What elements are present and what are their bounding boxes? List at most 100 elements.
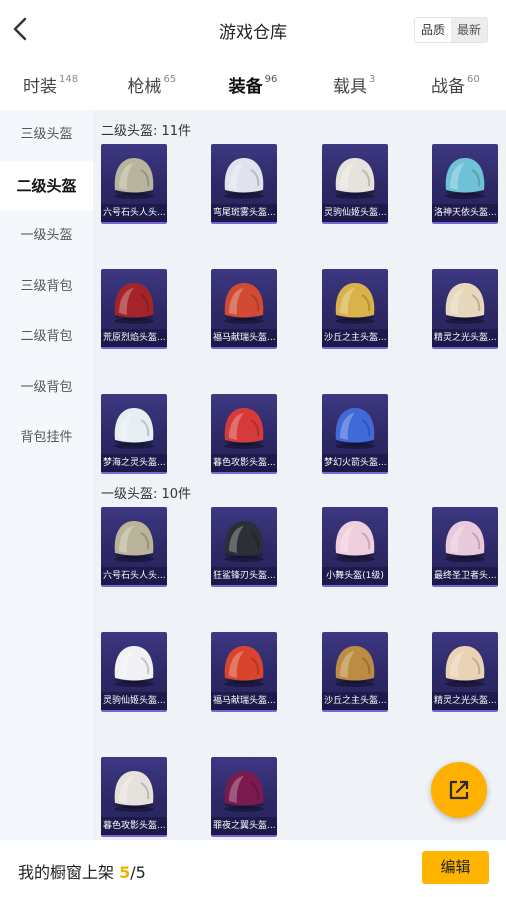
item-name: 小舞头盔(1级) — [322, 567, 388, 585]
item-card[interactable]: 灵驹仙姬头盔... — [101, 632, 167, 712]
tab-count: 60 — [467, 74, 480, 85]
tab-count: 65 — [163, 74, 177, 85]
helmet-icon — [114, 408, 154, 449]
item-card[interactable]: 沙丘之主头盔... — [322, 269, 388, 349]
helmet-icon — [114, 771, 154, 812]
helmet-icon — [224, 408, 264, 449]
item-card[interactable]: 最终圣卫者头... — [432, 507, 498, 587]
section-title: 二级头盔: 11件 — [101, 124, 192, 139]
helmet-icon — [114, 283, 154, 324]
item-grid-area[interactable]: 二级头盔: 11件 六号石头人头... 弯尾斑雾头盔... 灵驹仙姬头盔... 洛神天依… — [93, 110, 506, 840]
item-name: 洛神天依头盔... — [432, 204, 498, 222]
sidebar-item-level3-backpack[interactable]: 三级背包 — [0, 262, 93, 313]
item-name: 梦幻火箭头盔... — [322, 454, 388, 472]
tab-label: 枪械 — [127, 77, 162, 97]
section-title: 一级头盔: 10件 — [101, 487, 192, 502]
item-card[interactable]: 六号石头人头... — [101, 144, 167, 224]
tab-label: 载具 — [333, 77, 368, 97]
item-card[interactable]: 六号石头人头... — [101, 507, 167, 587]
helmet-icon — [335, 521, 375, 562]
item-card[interactable]: 小舞头盔(1级) — [322, 507, 388, 587]
item-name: 梦海之灵头盔... — [101, 454, 167, 472]
item-name: 狂鲨锋刃头盔... — [211, 567, 277, 585]
item-name: 沙丘之主头盔... — [322, 329, 388, 347]
item-card[interactable]: 暮色攻影头盔... — [101, 757, 167, 837]
item-name: 灵驹仙姬头盔... — [322, 204, 388, 222]
sidebar-item-level2-helmet[interactable]: 二级头盔 — [0, 160, 93, 211]
item-name: 福马献瑞头盔... — [211, 692, 277, 710]
subcategory-sidebar: 三级头盔 二级头盔 一级头盔 三级背包 二级背包 一级背包 背包挂件 — [0, 110, 93, 840]
item-card[interactable]: 灵驹仙姬头盔... — [322, 144, 388, 224]
helmet-icon — [114, 158, 154, 199]
tab-supplies[interactable]: 战备 60 — [405, 60, 506, 110]
helmet-icon — [445, 521, 485, 562]
showcase-current-count: 5 — [119, 863, 131, 882]
tab-label: 时装 — [23, 77, 58, 97]
item-card[interactable]: 罪夜之翼头盔... — [211, 757, 277, 837]
sort-option-newest[interactable]: 最新 — [451, 18, 487, 42]
item-name: 暮色攻影头盔... — [101, 817, 167, 835]
helmet-icon — [335, 158, 375, 199]
item-card[interactable]: 狂鲨锋刃头盔... — [211, 507, 277, 587]
sidebar-item-level2-backpack[interactable]: 二级背包 — [0, 312, 93, 363]
sidebar-item-level1-helmet[interactable]: 一级头盔 — [0, 211, 93, 262]
item-card[interactable]: 福马献瑞头盔... — [211, 632, 277, 712]
helmet-icon — [114, 646, 154, 687]
item-name: 精灵之光头盔... — [432, 692, 498, 710]
tab-count: 148 — [59, 74, 79, 85]
helmet-icon — [114, 521, 154, 562]
item-name: 沙丘之主头盔... — [322, 692, 388, 710]
item-card[interactable]: 福马献瑞头盔... — [211, 269, 277, 349]
item-card[interactable]: 荒原烈焰头盔... — [101, 269, 167, 349]
item-card[interactable]: 暮色攻影头盔... — [211, 394, 277, 474]
sidebar-item-level3-helmet[interactable]: 三级头盔 — [0, 110, 93, 161]
item-card[interactable]: 梦海之灵头盔... — [101, 394, 167, 474]
edit-button[interactable]: 编辑 — [422, 851, 489, 884]
tab-label: 装备 — [228, 77, 263, 97]
sidebar-item-level1-backpack[interactable]: 一级背包 — [0, 363, 93, 414]
tab-fashion[interactable]: 时装 148 — [0, 60, 101, 110]
item-name: 荒原烈焰头盔... — [101, 329, 167, 347]
showcase-status: 我的橱窗上架 5/5 — [18, 859, 146, 883]
helmet-icon — [224, 283, 264, 324]
item-name: 福马献瑞头盔... — [211, 329, 277, 347]
item-name: 罪夜之翼头盔... — [211, 817, 277, 835]
share-button[interactable] — [431, 762, 487, 818]
tab-count: 96 — [264, 74, 278, 85]
tab-equipment[interactable]: 装备 96 — [202, 60, 303, 113]
item-name: 六号石头人头... — [101, 204, 167, 222]
item-card[interactable]: 梦幻火箭头盔... — [322, 394, 388, 474]
item-card[interactable]: 精灵之光头盔... — [432, 632, 498, 712]
helmet-icon — [335, 283, 375, 324]
item-name: 最终圣卫者头... — [432, 567, 498, 585]
item-card[interactable]: 沙丘之主头盔... — [322, 632, 388, 712]
bottom-bar: 我的橱窗上架 5/5 编辑 — [0, 840, 506, 897]
item-name: 暮色攻影头盔... — [211, 454, 277, 472]
helmet-icon — [335, 408, 375, 449]
share-out-icon — [449, 780, 469, 800]
helmet-icon — [224, 646, 264, 687]
helmet-icon — [335, 646, 375, 687]
header: 游戏仓库 品质 最新 — [0, 0, 506, 60]
item-name: 精灵之光头盔... — [432, 329, 498, 347]
sidebar-item-backpack-charm[interactable]: 背包挂件 — [0, 413, 93, 464]
item-card[interactable]: 洛神天依头盔... — [432, 144, 498, 224]
item-card[interactable]: 弯尾斑雾头盔... — [211, 144, 277, 224]
showcase-label: 我的橱窗上架 — [18, 863, 115, 882]
helmet-icon — [224, 521, 264, 562]
tab-label: 战备 — [431, 77, 466, 97]
item-card[interactable]: 精灵之光头盔... — [432, 269, 498, 349]
sort-toggle: 品质 最新 — [414, 17, 488, 43]
helmet-icon — [224, 158, 264, 199]
item-name: 六号石头人头... — [101, 567, 167, 585]
helmet-icon — [445, 283, 485, 324]
item-name: 弯尾斑雾头盔... — [211, 204, 277, 222]
item-name: 灵驹仙姬头盔... — [101, 692, 167, 710]
helmet-icon — [224, 771, 264, 812]
tab-count: 3 — [369, 74, 376, 85]
tab-firearms[interactable]: 枪械 65 — [101, 60, 202, 110]
warehouse-screen: 游戏仓库 品质 最新 时装 148 枪械 65 装备 96 载具 3 战备 60… — [0, 0, 506, 897]
tab-vehicles[interactable]: 载具 3 — [304, 60, 405, 110]
helmet-icon — [445, 158, 485, 199]
sort-option-quality[interactable]: 品质 — [415, 18, 451, 42]
